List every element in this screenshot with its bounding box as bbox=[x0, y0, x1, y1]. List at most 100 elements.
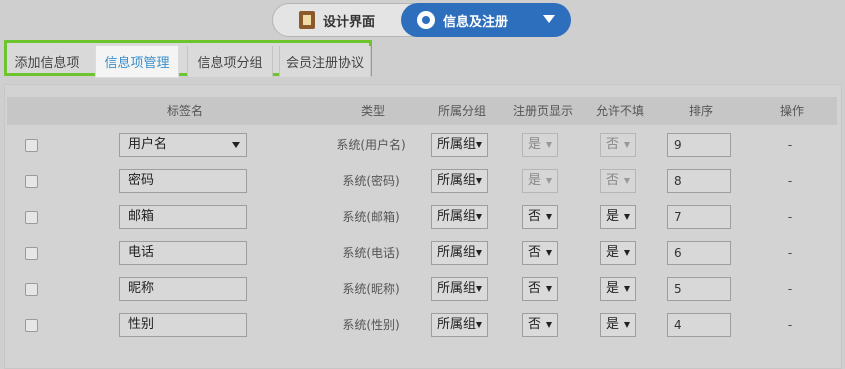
reg-show-value: 否 bbox=[528, 209, 542, 224]
info-register-mode-button[interactable]: 信息及注册 bbox=[401, 3, 571, 37]
allow-blank-select[interactable]: 是 bbox=[600, 277, 636, 301]
group-select[interactable]: 所属组 bbox=[431, 133, 488, 157]
reg-show-select[interactable]: 否 bbox=[522, 277, 558, 301]
group-select[interactable]: 所属组 bbox=[431, 205, 488, 229]
design-mode-button[interactable]: 设计界面 bbox=[273, 4, 401, 36]
tab-member-agreement[interactable]: 会员注册协议 bbox=[279, 46, 371, 77]
dropdown-arrow-icon bbox=[546, 286, 552, 292]
row-checkbox[interactable] bbox=[25, 283, 38, 296]
row-checkbox[interactable] bbox=[25, 319, 38, 332]
allow-blank-select: 否 bbox=[600, 133, 636, 157]
dropdown-arrow-icon bbox=[546, 322, 552, 328]
reg-show-select[interactable]: 否 bbox=[522, 205, 558, 229]
op-text: - bbox=[787, 174, 793, 188]
name-value: 电话 bbox=[128, 245, 155, 260]
allow-blank-value: 是 bbox=[606, 245, 620, 260]
table-row: 电话 系统(电话) 所属组 否 是 6 - bbox=[5, 235, 843, 271]
tab-add-info-item[interactable]: 添加信息项 bbox=[9, 46, 85, 77]
group-value: 所属组 bbox=[437, 245, 477, 260]
order-input[interactable]: 4 bbox=[667, 313, 731, 337]
allow-blank-select[interactable]: 是 bbox=[600, 241, 636, 265]
name-input[interactable]: 密码 bbox=[119, 169, 247, 193]
allow-blank-value: 否 bbox=[606, 137, 620, 152]
gear-icon bbox=[417, 11, 435, 29]
name-input[interactable]: 邮箱 bbox=[119, 205, 247, 229]
group-select[interactable]: 所属组 bbox=[431, 313, 488, 337]
type-text: 系统(用户名) bbox=[336, 138, 406, 152]
name-select[interactable]: 用户名 bbox=[119, 133, 247, 157]
tab-label: 信息项管理 bbox=[104, 56, 170, 71]
row-checkbox[interactable] bbox=[25, 139, 38, 152]
table-row: 邮箱 系统(邮箱) 所属组 否 是 7 - bbox=[5, 199, 843, 235]
name-value: 性别 bbox=[128, 317, 155, 332]
name-value: 昵称 bbox=[128, 281, 155, 296]
info-register-mode-label: 信息及注册 bbox=[443, 14, 509, 30]
order-input[interactable]: 6 bbox=[667, 241, 731, 265]
chevron-down-icon[interactable] bbox=[543, 15, 555, 23]
dropdown-arrow-icon bbox=[476, 286, 482, 292]
op-text: - bbox=[787, 282, 793, 296]
type-text: 系统(性别) bbox=[342, 318, 400, 332]
allow-blank-select[interactable]: 是 bbox=[600, 205, 636, 229]
reg-show-value: 否 bbox=[528, 245, 542, 260]
name-value: 邮箱 bbox=[128, 209, 155, 224]
group-value: 所属组 bbox=[437, 209, 477, 224]
header-name: 标签名 bbox=[166, 104, 203, 118]
type-text: 系统(电话) bbox=[342, 246, 400, 260]
allow-blank-select[interactable]: 是 bbox=[600, 313, 636, 337]
dropdown-arrow-icon bbox=[476, 142, 482, 148]
dropdown-arrow-icon bbox=[624, 178, 630, 184]
allow-blank-value: 是 bbox=[606, 281, 620, 296]
dropdown-arrow-icon bbox=[624, 214, 630, 220]
group-value: 所属组 bbox=[437, 317, 477, 332]
name-input[interactable]: 电话 bbox=[119, 241, 247, 265]
tab-info-item-manage[interactable]: 信息项管理 bbox=[95, 45, 179, 78]
type-text: 系统(昵称) bbox=[342, 282, 400, 296]
dropdown-arrow-icon bbox=[624, 142, 630, 148]
dropdown-arrow-icon bbox=[546, 142, 552, 148]
allow-blank-value: 否 bbox=[606, 173, 620, 188]
dropdown-arrow-icon bbox=[476, 322, 482, 328]
name-input[interactable]: 昵称 bbox=[119, 277, 247, 301]
dropdown-arrow-icon bbox=[624, 322, 630, 328]
row-checkbox[interactable] bbox=[25, 247, 38, 260]
header-reg-show: 注册页显示 bbox=[512, 104, 573, 118]
dropdown-arrow-icon bbox=[476, 250, 482, 256]
order-input[interactable]: 8 bbox=[667, 169, 731, 193]
name-input[interactable]: 性别 bbox=[119, 313, 247, 337]
order-input[interactable]: 7 bbox=[667, 205, 731, 229]
group-select[interactable]: 所属组 bbox=[431, 241, 488, 265]
group-select[interactable]: 所属组 bbox=[431, 169, 488, 193]
table-row: 昵称 系统(昵称) 所属组 否 是 5 - bbox=[5, 271, 843, 307]
dropdown-arrow-icon bbox=[476, 214, 482, 220]
dropdown-arrow-icon bbox=[232, 142, 240, 148]
row-checkbox[interactable] bbox=[25, 175, 38, 188]
order-input[interactable]: 5 bbox=[667, 277, 731, 301]
reg-show-select[interactable]: 否 bbox=[522, 241, 558, 265]
table-row: 用户名 系统(用户名) 所属组 是 否 9 - bbox=[5, 127, 843, 163]
design-mode-label: 设计界面 bbox=[322, 14, 375, 30]
dropdown-arrow-icon bbox=[546, 178, 552, 184]
tab-label: 信息项分组 bbox=[197, 56, 263, 71]
name-value: 用户名 bbox=[128, 137, 168, 152]
group-select[interactable]: 所属组 bbox=[431, 277, 488, 301]
header-op: 操作 bbox=[779, 104, 804, 118]
tab-info-item-group[interactable]: 信息项分组 bbox=[187, 46, 273, 77]
allow-blank-value: 是 bbox=[606, 317, 620, 332]
op-text: - bbox=[787, 318, 793, 332]
dropdown-arrow-icon bbox=[476, 178, 482, 184]
reg-show-select[interactable]: 否 bbox=[522, 313, 558, 337]
op-text: - bbox=[787, 246, 793, 260]
allow-blank-value: 是 bbox=[606, 209, 620, 224]
row-checkbox[interactable] bbox=[25, 211, 38, 224]
reg-show-value: 否 bbox=[528, 317, 542, 332]
reg-show-value: 是 bbox=[528, 173, 542, 188]
order-input[interactable]: 9 bbox=[667, 133, 731, 157]
reg-show-select: 是 bbox=[522, 169, 558, 193]
type-text: 系统(密码) bbox=[342, 174, 400, 188]
header-group: 所属分组 bbox=[437, 104, 486, 118]
tab-bar: 添加信息项 信息项管理 信息项分组 会员注册协议 bbox=[4, 40, 372, 78]
header-type: 类型 bbox=[360, 104, 385, 118]
group-value: 所属组 bbox=[437, 173, 477, 188]
name-value: 密码 bbox=[128, 173, 155, 188]
